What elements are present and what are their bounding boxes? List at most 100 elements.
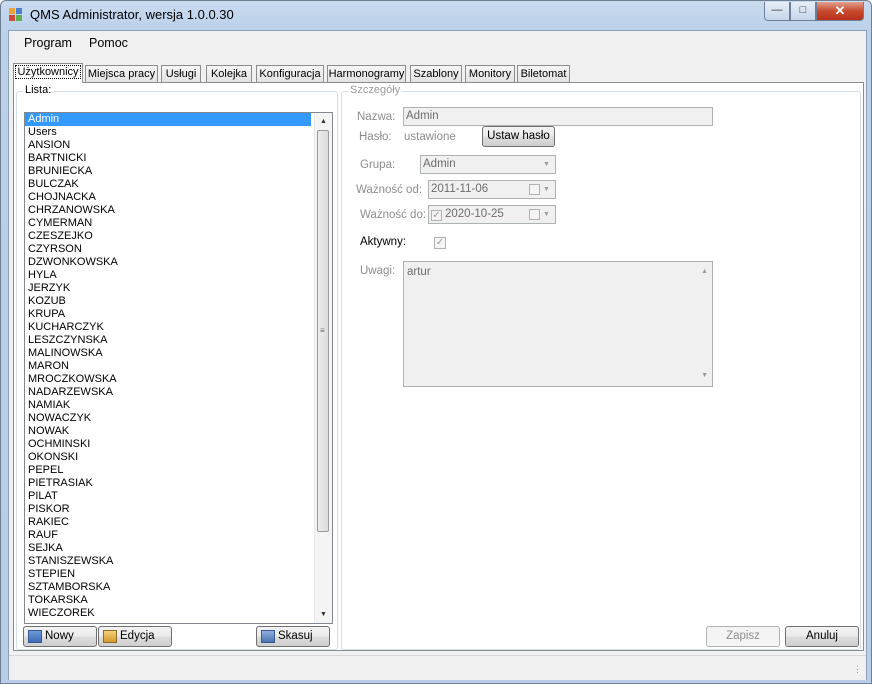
valid-to-label: Ważność do: [360, 209, 427, 221]
users-tab-page: Lista: Admin Users ANSION BARTNICKI BRUNIECK… [13, 82, 864, 651]
list-item[interactable]: RAKIEC [25, 516, 311, 529]
list-item[interactable]: WIECZOREK [25, 607, 311, 620]
list-item[interactable]: PEPEL [25, 464, 311, 477]
list-item[interactable]: BARTNICKI [25, 152, 311, 165]
list-item[interactable]: MROCZKOWSKA [25, 373, 311, 386]
tab-biletomat[interactable]: Biletomat [517, 65, 570, 82]
list-item[interactable]: CHOJNACKA [25, 191, 311, 204]
scroll-down-arrow-icon[interactable]: ▼ [315, 606, 332, 623]
vertical-scrollbar[interactable]: ▲ ≡ ▼ [314, 113, 332, 623]
list-item[interactable]: KOZUB [25, 295, 311, 308]
edit-button[interactable]: Edycja [98, 626, 172, 647]
tab-harmonogramy[interactable]: Harmonogramy [327, 65, 406, 82]
group-combobox[interactable]: Admin ▼ [420, 155, 556, 174]
tab-kolejka[interactable]: Kolejka [206, 65, 252, 82]
password-label: Hasło: [359, 131, 392, 143]
edit-user-icon [103, 630, 117, 643]
details-group-label: Szczegóły [348, 84, 403, 96]
list-item[interactable]: BULCZAK [25, 178, 311, 191]
name-field[interactable]: Admin [403, 107, 713, 126]
notes-textarea[interactable]: artur ▲ ▼ [403, 261, 713, 387]
list-item[interactable]: HYLA [25, 269, 311, 282]
menu-bar: Program Pomoc [9, 31, 866, 55]
group-label: Grupa: [360, 159, 396, 171]
list-item[interactable]: SEJKA [25, 542, 311, 555]
save-button[interactable]: Zapisz [706, 626, 780, 647]
list-item[interactable]: CHRZANOWSKA [25, 204, 311, 217]
list-item[interactable]: PIETRASIAK [25, 477, 311, 490]
new-user-icon [28, 630, 42, 643]
list-item[interactable]: MARON [25, 360, 311, 373]
window-title: QMS Administrator, wersja 1.0.0.30 [30, 7, 234, 22]
maximize-icon: □ [799, 4, 807, 16]
new-button[interactable]: Nowy [23, 626, 97, 647]
valid-from-value: 2011-11-06 [431, 183, 489, 195]
list-item[interactable]: JERZYK [25, 282, 311, 295]
minimize-button[interactable]: — [764, 2, 790, 21]
group-value: Admin [423, 158, 456, 170]
tab-miejsca-pracy[interactable]: Miejsca pracy [85, 65, 158, 82]
tab-konfiguracja[interactable]: Konfiguracja [256, 65, 324, 82]
list-item[interactable]: LESZCZYNSKA [25, 334, 311, 347]
password-status: ustawione [404, 131, 456, 143]
tab-uzytkownicy[interactable]: Użytkownicy [13, 63, 83, 83]
notes-value: artur [407, 266, 431, 278]
valid-from-label: Ważność od: [356, 184, 423, 196]
list-item[interactable]: NOWACZYK [25, 412, 311, 425]
list-item[interactable]: NADARZEWSKA [25, 386, 311, 399]
valid-to-checkbox[interactable]: ✓ [431, 210, 442, 221]
scroll-up-arrow-icon[interactable]: ▲ [701, 265, 708, 279]
list-item[interactable]: RAUF [25, 529, 311, 542]
status-bar: ⋮⋮ [9, 655, 871, 680]
list-item[interactable]: CYMERMAN [25, 217, 311, 230]
active-checkbox[interactable]: ✓ [434, 237, 446, 249]
delete-button[interactable]: Skasuj [256, 626, 330, 647]
list-item[interactable]: DZWONKOWSKA [25, 256, 311, 269]
scroll-down-arrow-icon[interactable]: ▼ [701, 369, 708, 383]
valid-to-value: 2020-10-25 [445, 208, 504, 220]
list-item[interactable]: STANISZEWSKA [25, 555, 311, 568]
tab-uslugi[interactable]: Usługi [161, 65, 201, 82]
tab-szablony[interactable]: Szablony [410, 65, 462, 82]
app-icon [9, 8, 23, 22]
list-item[interactable]: KUCHARCZYK [25, 321, 311, 334]
scroll-up-arrow-icon[interactable]: ▲ [315, 113, 332, 130]
app-window: QMS Administrator, wersja 1.0.0.30 — □ ✕… [0, 0, 872, 684]
set-password-button[interactable]: Ustaw hasło [482, 126, 555, 147]
close-button[interactable]: ✕ [816, 2, 864, 21]
list-item[interactable]: PILAT [25, 490, 311, 503]
list-item[interactable]: OKONSKI [25, 451, 311, 464]
menu-program[interactable]: Program [24, 36, 72, 50]
list-item[interactable]: STEPIEN [25, 568, 311, 581]
list-item[interactable]: CZESZEJKO [25, 230, 311, 243]
dropdown-arrow-icon: ▼ [543, 211, 550, 218]
minimize-icon: — [771, 4, 783, 16]
users-listbox[interactable]: Admin Users ANSION BARTNICKI BRUNIECKA BULCZA… [24, 112, 333, 624]
list-item[interactable]: MALINOWSKA [25, 347, 311, 360]
list-item[interactable]: CZYRSON [25, 243, 311, 256]
title-bar[interactable]: QMS Administrator, wersja 1.0.0.30 — □ ✕ [1, 1, 871, 29]
dropdown-arrow-icon: ▼ [543, 186, 550, 193]
tab-monitory[interactable]: Monitory [465, 65, 515, 82]
list-item[interactable]: ANSION [25, 139, 311, 152]
resize-grip-icon[interactable]: ⋮⋮ [853, 665, 871, 677]
active-label: Aktywny: [360, 236, 407, 248]
name-label: Nazwa: [357, 111, 396, 123]
list-item[interactable]: NAMIAK [25, 399, 311, 412]
list-item[interactable]: PISKOR [25, 503, 311, 516]
list-item[interactable]: NOWAK [25, 425, 311, 438]
list-item[interactable]: KRUPA [25, 308, 311, 321]
list-item[interactable]: Users [25, 126, 311, 139]
list-item[interactable]: OCHMINSKI [25, 438, 311, 451]
cancel-button[interactable]: Anuluj [785, 626, 859, 647]
list-item[interactable]: TOKARSKA [25, 594, 311, 607]
list-item[interactable]: SZTAMBORSKA [25, 581, 311, 594]
list-group: Lista: Admin Users ANSION BARTNICKI BRUNIECK… [16, 84, 338, 650]
maximize-button[interactable]: □ [790, 2, 816, 21]
valid-to-picker[interactable]: ✓ 2020-10-25 ▼ [428, 205, 556, 224]
list-item[interactable]: BRUNIECKA [25, 165, 311, 178]
menu-pomoc[interactable]: Pomoc [89, 36, 128, 50]
scroll-thumb[interactable]: ≡ [317, 130, 329, 532]
valid-from-picker[interactable]: 2011-11-06 ▼ [428, 180, 556, 199]
list-item[interactable]: Admin [25, 113, 311, 126]
